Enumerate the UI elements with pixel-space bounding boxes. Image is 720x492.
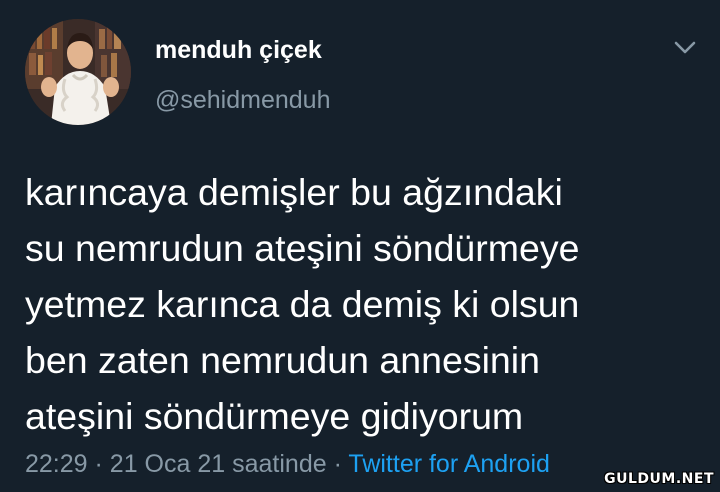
tweet-date[interactable]: 21 Oca 21 [110,450,225,478]
tweet-text-line: yetmez karınca da demiş ki olsun [25,283,580,325]
chevron-down-icon[interactable] [672,37,698,57]
tweet-date-suffix: saatinde [232,450,327,478]
tweet-text-line: su nemrudun ateşini söndürmeye [25,227,580,269]
avatar[interactable] [25,19,131,125]
user-name[interactable]: menduh çiçek [155,34,322,66]
meta-separator: · [94,450,103,478]
tweet-text-line: ben zaten nemrudun annesinin [25,339,540,381]
tweet-text-line: karıncaya demişler bu ağzındaki [25,171,563,213]
tweet-meta: 22:29 · 21 Oca 21 saatinde · Twitter for… [25,448,550,480]
tweet-source-link[interactable]: Twitter for Android [348,450,549,478]
watermark: GULDUM.NET [604,471,714,487]
tweet-card: menduh çiçek @sehidmenduh karıncaya demi… [0,0,720,492]
tweet-text: karıncaya demişler bu ağzındaki su nemru… [25,164,705,444]
tweet-text-line: ateşini söndürmeye gidiyorum [25,395,524,437]
user-handle[interactable]: @sehidmenduh [155,84,331,116]
avatar-image [25,19,131,125]
meta-separator: · [333,450,342,478]
tweet-time[interactable]: 22:29 [25,450,88,478]
